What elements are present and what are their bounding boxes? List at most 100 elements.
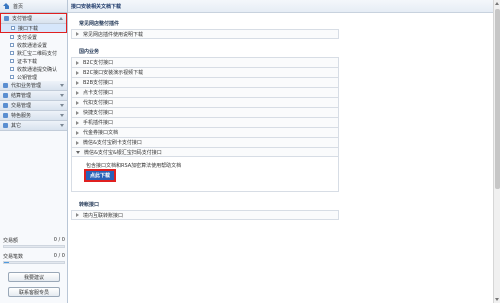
home-label[interactable]: 首页 xyxy=(13,3,23,10)
section-title: 常见网店整付插件 xyxy=(79,20,120,27)
page-icon xyxy=(10,51,14,55)
folder-icon xyxy=(3,93,8,98)
triangle-right-icon xyxy=(76,140,79,145)
sidebar-group-withholding[interactable]: 代扣业务管理 xyxy=(0,81,67,91)
list-item-label: 微信&支付宝&银汇宝扫码支付接口 xyxy=(84,149,162,156)
list-item-label: 快捷支付接口 xyxy=(83,110,114,116)
list-item[interactable]: 快捷支付接口 xyxy=(71,107,339,117)
triangle-down-icon xyxy=(76,150,80,154)
stat-progress-bar xyxy=(3,245,65,248)
main-panel: 接口安装相关文档下载 常见网店整付插件 常见网店插件使用说明下载 国内业务 B2… xyxy=(68,0,493,303)
sidebar-group-label: 特色服务 xyxy=(11,113,32,119)
page-icon xyxy=(10,67,14,71)
download-button[interactable]: 点此下载 xyxy=(84,169,116,182)
scroll-thumb[interactable] xyxy=(495,9,500,189)
list-item[interactable]: B2C支付接口 xyxy=(71,57,339,67)
triangle-right-icon xyxy=(76,60,79,65)
stat-row-amount: 交易额 0 / 0 xyxy=(3,237,65,244)
sidebar-item-channel-settings[interactable]: 收款通道设置 xyxy=(0,41,67,49)
list-item-label: 点卡支付接口 xyxy=(83,90,114,96)
list-item[interactable]: 常见网店插件使用说明下载 xyxy=(71,29,339,39)
stat-label: 交易额 xyxy=(3,238,19,244)
stats-panel: 交易额 0 / 0 交易笔数 0 / 0 xyxy=(3,237,65,269)
triangle-right-icon xyxy=(76,130,79,135)
chevron-up-icon[interactable] xyxy=(59,17,63,20)
page-icon xyxy=(10,43,14,47)
chevron-down-icon[interactable] xyxy=(60,124,64,127)
feedback-button[interactable]: 我要建议 xyxy=(8,272,60,282)
chevron-down-icon[interactable] xyxy=(60,84,64,87)
list-item-label: B2B支付接口 xyxy=(83,80,114,86)
sidebar-group-label: 交易管理 xyxy=(11,103,32,109)
folder-icon xyxy=(3,123,8,128)
sidebar-item-channel-confirm[interactable]: 收款通道提交确认 xyxy=(0,65,67,73)
sidebar: 支付管理 接口下载 支付设置 收款通道设置 默汇宝二维码支付 证书下载 收款通道… xyxy=(0,13,68,303)
sidebar-group-special-services[interactable]: 特色服务 xyxy=(0,111,67,121)
list-item-label: 代金券接口文档 xyxy=(83,130,119,136)
sidebar-group-label: 支付管理 xyxy=(12,16,33,22)
folder-icon xyxy=(3,113,8,118)
list-item[interactable]: 代扣支付接口 xyxy=(71,97,339,107)
home-bar[interactable]: 首页 xyxy=(0,0,68,13)
list-item-label: B2C支付接口 xyxy=(83,60,114,66)
stat-value: 0 / 0 xyxy=(53,237,65,243)
list-item[interactable]: 点卡支付接口 xyxy=(71,87,339,97)
section-title: 国内业务 xyxy=(79,48,100,55)
chevron-down-icon[interactable] xyxy=(60,94,64,97)
sidebar-group-label: 代扣业务管理 xyxy=(11,83,42,89)
sidebar-item-key-management[interactable]: 公钥管理 xyxy=(0,73,67,81)
sidebar-item-cert-download[interactable]: 证书下载 xyxy=(0,57,67,65)
page-icon xyxy=(10,59,14,63)
list-item-label: 手机插件接口 xyxy=(83,120,114,126)
section-list: 境内互联转账接口 xyxy=(71,210,493,220)
sidebar-item-label: 收款通道提交确认 xyxy=(17,66,58,73)
sidebar-group-other[interactable]: 其它 xyxy=(0,121,67,131)
sidebar-item-payment-settings[interactable]: 支付设置 xyxy=(0,33,67,41)
contact-support-button[interactable]: 联系客服专员 xyxy=(8,287,60,297)
list-item[interactable]: 微信&支付宝刷卡支付接口 xyxy=(71,137,339,147)
list-item[interactable]: 境内互联转账接口 xyxy=(71,210,339,220)
sidebar-item-interface-download[interactable]: 接口下载 xyxy=(1,24,66,32)
list-item[interactable]: 代金券接口文档 xyxy=(71,127,339,137)
list-item-label: 境内互联转账接口 xyxy=(83,212,124,219)
section-title: 转帐接口 xyxy=(79,201,100,208)
page-icon xyxy=(11,26,15,30)
list-item-label: B2C接口安装演示视频下载 xyxy=(83,70,144,76)
download-content: 常见网店整付插件 常见网店插件使用说明下载 国内业务 B2C支付接口 B2C接口… xyxy=(68,13,493,220)
list-item-expanded[interactable]: 微信&支付宝&银汇宝扫码支付接口 xyxy=(71,147,339,157)
triangle-right-icon xyxy=(76,213,79,217)
sidebar-group-label: 其它 xyxy=(11,123,22,129)
scroll-down-icon[interactable] xyxy=(495,298,499,301)
sidebar-group-settlement[interactable]: 结算管理 xyxy=(0,91,67,101)
triangle-right-icon xyxy=(76,70,79,75)
chevron-down-icon[interactable] xyxy=(60,104,64,107)
scroll-up-icon[interactable] xyxy=(495,2,499,5)
vertical-scrollbar[interactable] xyxy=(493,0,500,303)
sidebar-item-qr-pay[interactable]: 默汇宝二维码支付 xyxy=(0,49,67,57)
list-item-label: 代扣支付接口 xyxy=(83,100,114,106)
list-item[interactable]: B2B支付接口 xyxy=(71,77,339,87)
folder-icon xyxy=(3,103,8,108)
stat-progress-fill xyxy=(4,262,9,263)
sidebar-item-label: 支付设置 xyxy=(17,34,38,41)
sidebar-item-label: 接口下载 xyxy=(18,25,39,32)
triangle-right-icon xyxy=(76,80,79,85)
chevron-down-icon[interactable] xyxy=(60,114,64,117)
home-icon xyxy=(3,3,10,9)
folder-icon xyxy=(3,83,8,88)
triangle-right-icon xyxy=(76,100,79,105)
list-item[interactable]: 手机插件接口 xyxy=(71,117,339,127)
sidebar-item-label: 证书下载 xyxy=(17,58,38,65)
section-list: 常见网店插件使用说明下载 xyxy=(71,29,493,39)
section-list: B2C支付接口 B2C接口安装演示视频下载 B2B支付接口 点卡支付接口 代扣支… xyxy=(71,57,493,157)
sidebar-group-transactions[interactable]: 交易管理 xyxy=(0,101,67,111)
stat-progress-bar xyxy=(3,261,65,264)
folder-icon xyxy=(4,16,9,21)
sidebar-group-payment[interactable]: 支付管理 xyxy=(1,14,66,24)
triangle-right-icon xyxy=(76,32,79,36)
sidebar-group-label: 结算管理 xyxy=(11,93,32,99)
list-item[interactable]: B2C接口安装演示视频下载 xyxy=(71,67,339,77)
list-item-label: 微信&支付宝刷卡支付接口 xyxy=(83,140,142,146)
stat-value: 0 / 0 xyxy=(53,253,65,259)
sidebar-item-label: 收款通道设置 xyxy=(17,42,48,49)
